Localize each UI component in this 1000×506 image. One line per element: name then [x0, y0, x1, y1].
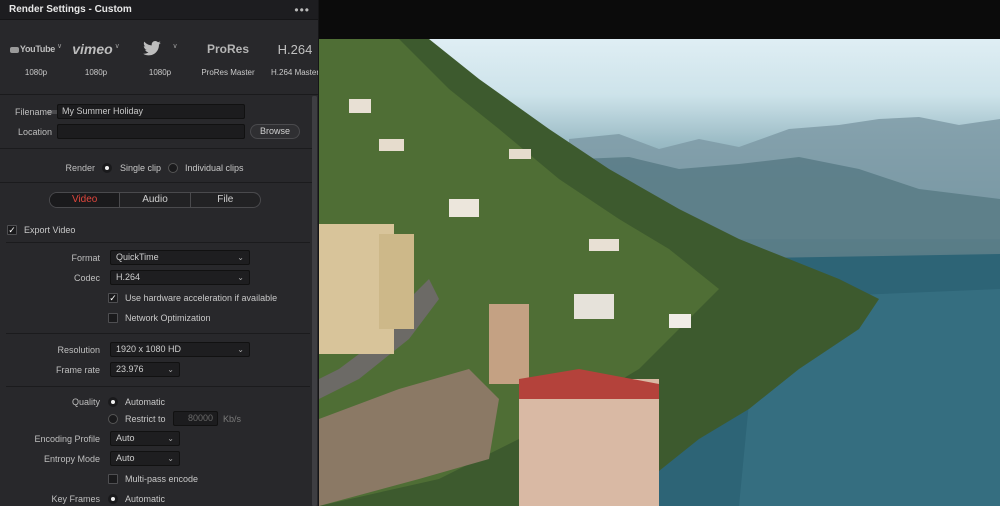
- location-label: Location: [17, 127, 52, 137]
- quality-automatic-radio[interactable]: [108, 397, 118, 407]
- format-select[interactable]: QuickTime ⌄: [110, 250, 250, 265]
- resolution-select[interactable]: 1920 x 1080 HD ⌄: [110, 342, 250, 357]
- preset-twitter-label: 1080p: [148, 68, 172, 77]
- network-optimization-checkbox[interactable]: [108, 313, 118, 323]
- location-input[interactable]: [57, 124, 245, 139]
- hw-accel-checkbox[interactable]: ✓: [108, 293, 118, 303]
- resolution-value: 1920 x 1080 HD: [116, 344, 182, 354]
- codec-select[interactable]: H.264 ⌄: [110, 270, 250, 285]
- quality-restrict-label: Restrict to: [125, 414, 166, 424]
- tab-file[interactable]: File: [191, 193, 260, 207]
- preset-h264-label: H.264 Master: [271, 68, 319, 77]
- chevron-down-icon[interactable]: ∨: [57, 42, 62, 50]
- codec-label: Codec: [73, 273, 100, 283]
- vimeo-logo-icon: vimeo ∨: [72, 41, 120, 57]
- chevron-down-icon: ⌄: [167, 434, 174, 443]
- settings-tabs: Video Audio File: [49, 192, 261, 208]
- export-video-label: Export Video: [24, 225, 76, 235]
- resolution-label: Resolution: [57, 345, 100, 355]
- preset-prores[interactable]: ProRes ProRes Master: [196, 20, 260, 95]
- encoding-profile-value: Auto: [116, 433, 135, 443]
- key-frames-label: Key Frames: [51, 494, 100, 504]
- tab-video[interactable]: Video: [50, 193, 121, 207]
- chevron-down-icon: ⌄: [237, 273, 244, 282]
- entropy-mode-label: Entropy Mode: [43, 454, 100, 464]
- divider: [0, 182, 312, 183]
- render-label: Render: [65, 163, 95, 173]
- format-label: Format: [71, 253, 100, 263]
- preset-youtube-label: 1080p: [24, 68, 48, 77]
- preset-h264[interactable]: H.264 H.264 Master: [263, 20, 319, 95]
- key-frames-automatic-label: Automatic: [125, 494, 166, 504]
- key-frames-automatic-radio[interactable]: [108, 494, 118, 504]
- quality-label: Quality: [71, 397, 100, 407]
- bitrate-input[interactable]: 80000: [173, 411, 218, 426]
- more-horizontal-icon[interactable]: •••: [294, 4, 310, 16]
- chevron-down-icon: ⌄: [237, 345, 244, 354]
- youtube-logo-icon: YouTube ∨: [4, 40, 68, 58]
- individual-clips-label: Individual clips: [185, 163, 244, 173]
- encoding-profile-label: Encoding Profile: [34, 434, 100, 444]
- hw-accel-label: Use hardware acceleration if available: [125, 293, 278, 303]
- codec-value: H.264: [116, 272, 141, 282]
- preset-twitter[interactable]: ∨ 1080p: [128, 20, 192, 95]
- prores-logo: ProRes: [206, 42, 250, 56]
- format-value: QuickTime: [116, 252, 159, 262]
- panel-titlebar: Render Settings - Custom •••: [0, 0, 318, 20]
- quality-automatic-label: Automatic: [125, 397, 166, 407]
- individual-clips-radio[interactable]: [168, 163, 178, 173]
- preset-strip: YouTube ∨ 1080p vimeo ∨ 1080p ∨ 1080p ProR…: [0, 20, 319, 114]
- chevron-down-icon: ⌄: [237, 253, 244, 262]
- filename-label: Filename: [14, 107, 52, 117]
- filename-input[interactable]: My Summer Holiday: [57, 104, 245, 119]
- frame-rate-value: 23.976: [116, 364, 144, 374]
- single-clip-label: Single clip: [120, 163, 162, 173]
- frame-rate-label: Frame rate: [55, 365, 100, 375]
- scrollbar-thumb[interactable]: [312, 96, 317, 506]
- divider: [6, 386, 310, 387]
- preset-vimeo[interactable]: vimeo ∨ 1080p: [64, 20, 128, 95]
- frame-rate-select[interactable]: 23.976 ⌄: [110, 362, 180, 377]
- render-settings-panel: Render Settings - Custom ••• YouTube ∨ 10…: [0, 0, 319, 506]
- divider: [0, 148, 312, 149]
- chevron-down-icon: ⌄: [167, 454, 174, 463]
- video-viewer: [319, 0, 1000, 506]
- preset-youtube[interactable]: YouTube ∨ 1080p: [4, 20, 68, 95]
- single-clip-radio[interactable]: [102, 163, 112, 173]
- twitter-bird-icon: [143, 41, 162, 56]
- export-video-checkbox[interactable]: ✓: [7, 225, 17, 235]
- panel-scrollbar[interactable]: [312, 96, 317, 506]
- h264-logo: H.264: [277, 41, 313, 57]
- quality-restrict-radio[interactable]: [108, 414, 118, 424]
- chevron-down-icon[interactable]: ∨: [172, 42, 177, 50]
- multi-pass-checkbox[interactable]: [108, 474, 118, 484]
- bitrate-unit: Kb/s: [223, 414, 242, 424]
- divider: [6, 333, 310, 334]
- browse-button[interactable]: Browse: [250, 124, 300, 139]
- network-optimization-label: Network Optimization: [125, 313, 211, 323]
- preset-prores-label: ProRes Master: [201, 68, 255, 77]
- coastal-landscape-image: [319, 39, 1000, 506]
- encoding-profile-select[interactable]: Auto ⌄: [110, 431, 180, 446]
- tab-audio[interactable]: Audio: [120, 193, 191, 207]
- entropy-mode-value: Auto: [116, 453, 135, 463]
- viewer-frame-image: [319, 39, 1000, 506]
- multi-pass-label: Multi-pass encode: [125, 474, 199, 484]
- divider: [6, 242, 310, 243]
- chevron-down-icon: ⌄: [167, 365, 174, 374]
- panel-title: Render Settings - Custom: [9, 4, 132, 15]
- entropy-mode-select[interactable]: Auto ⌄: [110, 451, 180, 466]
- preset-vimeo-label: 1080p: [84, 68, 108, 77]
- chevron-down-icon[interactable]: ∨: [115, 42, 120, 50]
